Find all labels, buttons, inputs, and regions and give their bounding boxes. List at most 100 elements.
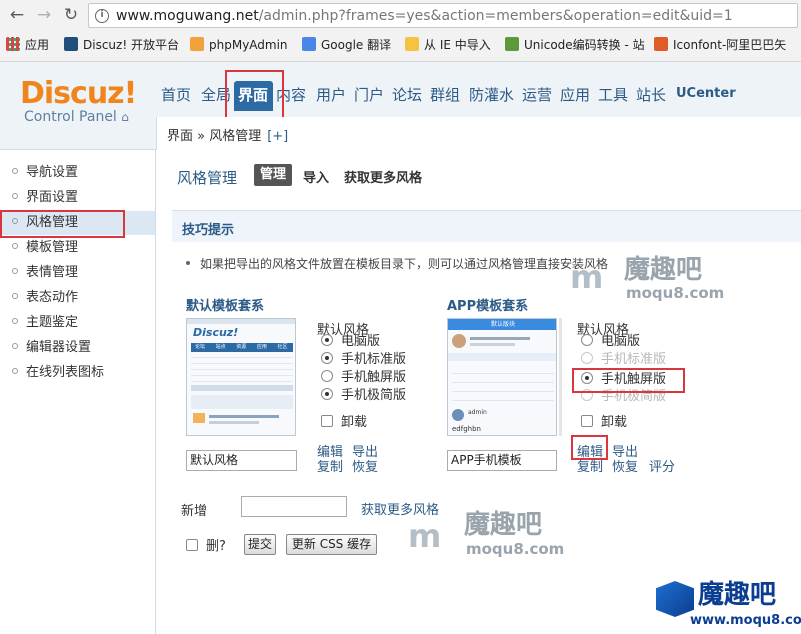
discuz-logo[interactable]: Discuz! — [20, 76, 137, 111]
preview-line — [470, 343, 515, 346]
get-more-styles-link[interactable]: 获取更多风格 — [361, 499, 439, 518]
nav-admin[interactable]: 站长 — [636, 84, 666, 105]
preview-tabs — [448, 353, 556, 361]
bookmark-discuz[interactable]: Discuz! 开放平台 — [64, 36, 179, 54]
restore-link-default[interactable]: 恢复 — [352, 456, 378, 475]
set-title-default: 默认模板套系 — [186, 299, 265, 314]
nav-forum[interactable]: 论坛 — [392, 84, 422, 105]
bullet-icon — [12, 293, 18, 299]
style-preview-default[interactable]: Discuz! 论坛 站点 资源 应用 社区 — [186, 318, 296, 436]
nav-users[interactable]: 用户 — [316, 84, 346, 105]
radio-app-mobile-standard[interactable]: 手机标准版 — [581, 351, 666, 369]
cube-logo-icon — [656, 581, 694, 617]
bookmark-unicode[interactable]: Unicode编码转换 - 站 — [505, 36, 645, 54]
reload-icon[interactable]: ↻ — [60, 4, 82, 26]
forward-icon[interactable]: → — [33, 4, 55, 26]
nav-antispam[interactable]: 防灌水 — [469, 84, 514, 105]
nav-highlight-box — [225, 70, 284, 119]
sidebar-item-editor-settings[interactable]: 编辑器设置 — [12, 339, 91, 357]
style-name-input-app[interactable]: APP手机模板 — [447, 450, 557, 471]
folder-icon — [405, 37, 419, 51]
back-icon[interactable]: ← — [6, 4, 28, 26]
checkbox-icon — [321, 415, 333, 427]
add-style-input[interactable] — [241, 496, 347, 517]
copy-link-app[interactable]: 复制 — [577, 456, 603, 475]
apps-grid-icon — [6, 37, 20, 51]
delete-checkbox[interactable]: 删? — [186, 535, 226, 554]
bookmarks-bar: 应用 Discuz! 开放平台 phpMyAdmin Google 翻译 从 I… — [0, 33, 801, 57]
nav-operation[interactable]: 运营 — [522, 84, 552, 105]
tips-header: 技巧提示 — [172, 210, 801, 242]
sidebar-item-template-manage[interactable]: 模板管理 — [12, 239, 78, 257]
preview-scrollbar[interactable] — [559, 318, 562, 436]
refresh-css-button[interactable]: 更新 CSS 缓存 — [286, 534, 377, 555]
sidebar-item-thread-stamps[interactable]: 主题鉴定 — [12, 314, 78, 332]
style-preview-app[interactable]: 默认版块 admin edfghbn — [447, 318, 557, 436]
sidebar-item-ui-settings[interactable]: 界面设置 — [12, 189, 78, 207]
translate-icon — [302, 37, 316, 51]
tips-text: 如果把导出的风格文件放置在模板目录下，则可以通过风格管理直接安装风格 — [186, 255, 608, 272]
preview-bar — [191, 385, 293, 391]
sidebar-item-nav-settings[interactable]: 导航设置 — [12, 164, 78, 182]
tab-manage[interactable]: 管理 — [254, 164, 292, 186]
url-path: /admin.php?frames=yes&action=members&ope… — [258, 8, 733, 24]
radio-icon — [321, 388, 333, 400]
nav-home[interactable]: 首页 — [161, 84, 191, 105]
add-label: 新增 — [181, 504, 208, 519]
info-icon[interactable]: i — [95, 9, 109, 23]
breadcrumb-add-button[interactable]: [+] — [267, 129, 288, 144]
sidebar-item-click-actions[interactable]: 表态动作 — [12, 289, 78, 307]
uninstall-app[interactable]: 卸载 — [581, 414, 627, 432]
sidebar-item-smilies[interactable]: 表情管理 — [12, 264, 78, 282]
bookmark-apps[interactable]: 应用 — [6, 36, 49, 54]
preview-block — [191, 395, 293, 409]
radio-icon — [581, 352, 593, 364]
bookmark-google-translate[interactable]: Google 翻译 — [302, 36, 391, 54]
radio-app-pc[interactable]: 电脑版 — [581, 333, 640, 351]
rate-link-app[interactable]: 评分 — [649, 456, 675, 475]
control-panel-label: Control Panel ⌂ — [24, 109, 129, 125]
copy-link-default[interactable]: 复制 — [317, 456, 343, 475]
style-name-input-default[interactable]: 默认风格 — [186, 450, 297, 471]
sidebar-item-online-icons[interactable]: 在线列表图标 — [12, 364, 104, 382]
bullet-icon — [12, 193, 18, 199]
preview-topbar — [187, 319, 295, 324]
preview-brand: Discuz! — [193, 326, 239, 339]
discuz-icon — [64, 37, 78, 51]
radio-icon — [581, 334, 593, 346]
uninstall-default[interactable]: 卸载 — [321, 414, 367, 432]
tab-import[interactable]: 导入 — [303, 167, 329, 186]
home-icon: ⌂ — [121, 110, 129, 124]
browser-chrome: ← → ↻ i www.moguwang.net/admin.php?frame… — [0, 0, 801, 62]
radio-icon — [321, 334, 333, 346]
preview-nav: 论坛 站点 资源 应用 社区 — [191, 343, 293, 352]
bullet-icon — [12, 368, 18, 374]
radio-default-mobile-standard[interactable]: 手机标准版 — [321, 351, 406, 369]
preview-line — [470, 337, 530, 340]
restore-link-app[interactable]: 恢复 — [612, 456, 638, 475]
nav-tools[interactable]: 工具 — [598, 84, 628, 105]
radio-icon — [321, 352, 333, 364]
preview-app-header: 默认版块 — [448, 319, 556, 330]
preview-avatar-icon — [452, 334, 466, 348]
set-title-app: APP模板套系 — [447, 299, 529, 314]
bullet-icon — [12, 243, 18, 249]
tab-get-more-styles[interactable]: 获取更多风格 — [344, 167, 422, 186]
preview-line — [209, 421, 259, 424]
checkbox-icon — [581, 415, 593, 427]
nav-apps[interactable]: 应用 — [560, 84, 590, 105]
page-title: 风格管理 — [177, 169, 238, 187]
submit-button[interactable]: 提交 — [244, 534, 276, 555]
radio-default-pc[interactable]: 电脑版 — [321, 333, 380, 351]
nav-ucenter[interactable]: UCenter — [676, 86, 736, 101]
radio-default-minimal[interactable]: 手机极简版 — [321, 387, 406, 405]
phpmyadmin-icon — [190, 37, 204, 51]
bookmark-phpmyadmin[interactable]: phpMyAdmin — [190, 36, 288, 54]
bookmark-iconfont[interactable]: Iconfont-阿里巴巴矢 — [654, 36, 801, 54]
preview-post: edfghbn — [452, 425, 481, 433]
bookmark-ie-import[interactable]: 从 IE 中导入 — [405, 36, 491, 54]
nav-groups[interactable]: 群组 — [430, 84, 460, 105]
address-bar[interactable]: i www.moguwang.net/admin.php?frames=yes&… — [88, 3, 798, 28]
nav-portal[interactable]: 门户 — [354, 84, 384, 105]
radio-default-touch[interactable]: 手机触屏版 — [321, 369, 406, 387]
